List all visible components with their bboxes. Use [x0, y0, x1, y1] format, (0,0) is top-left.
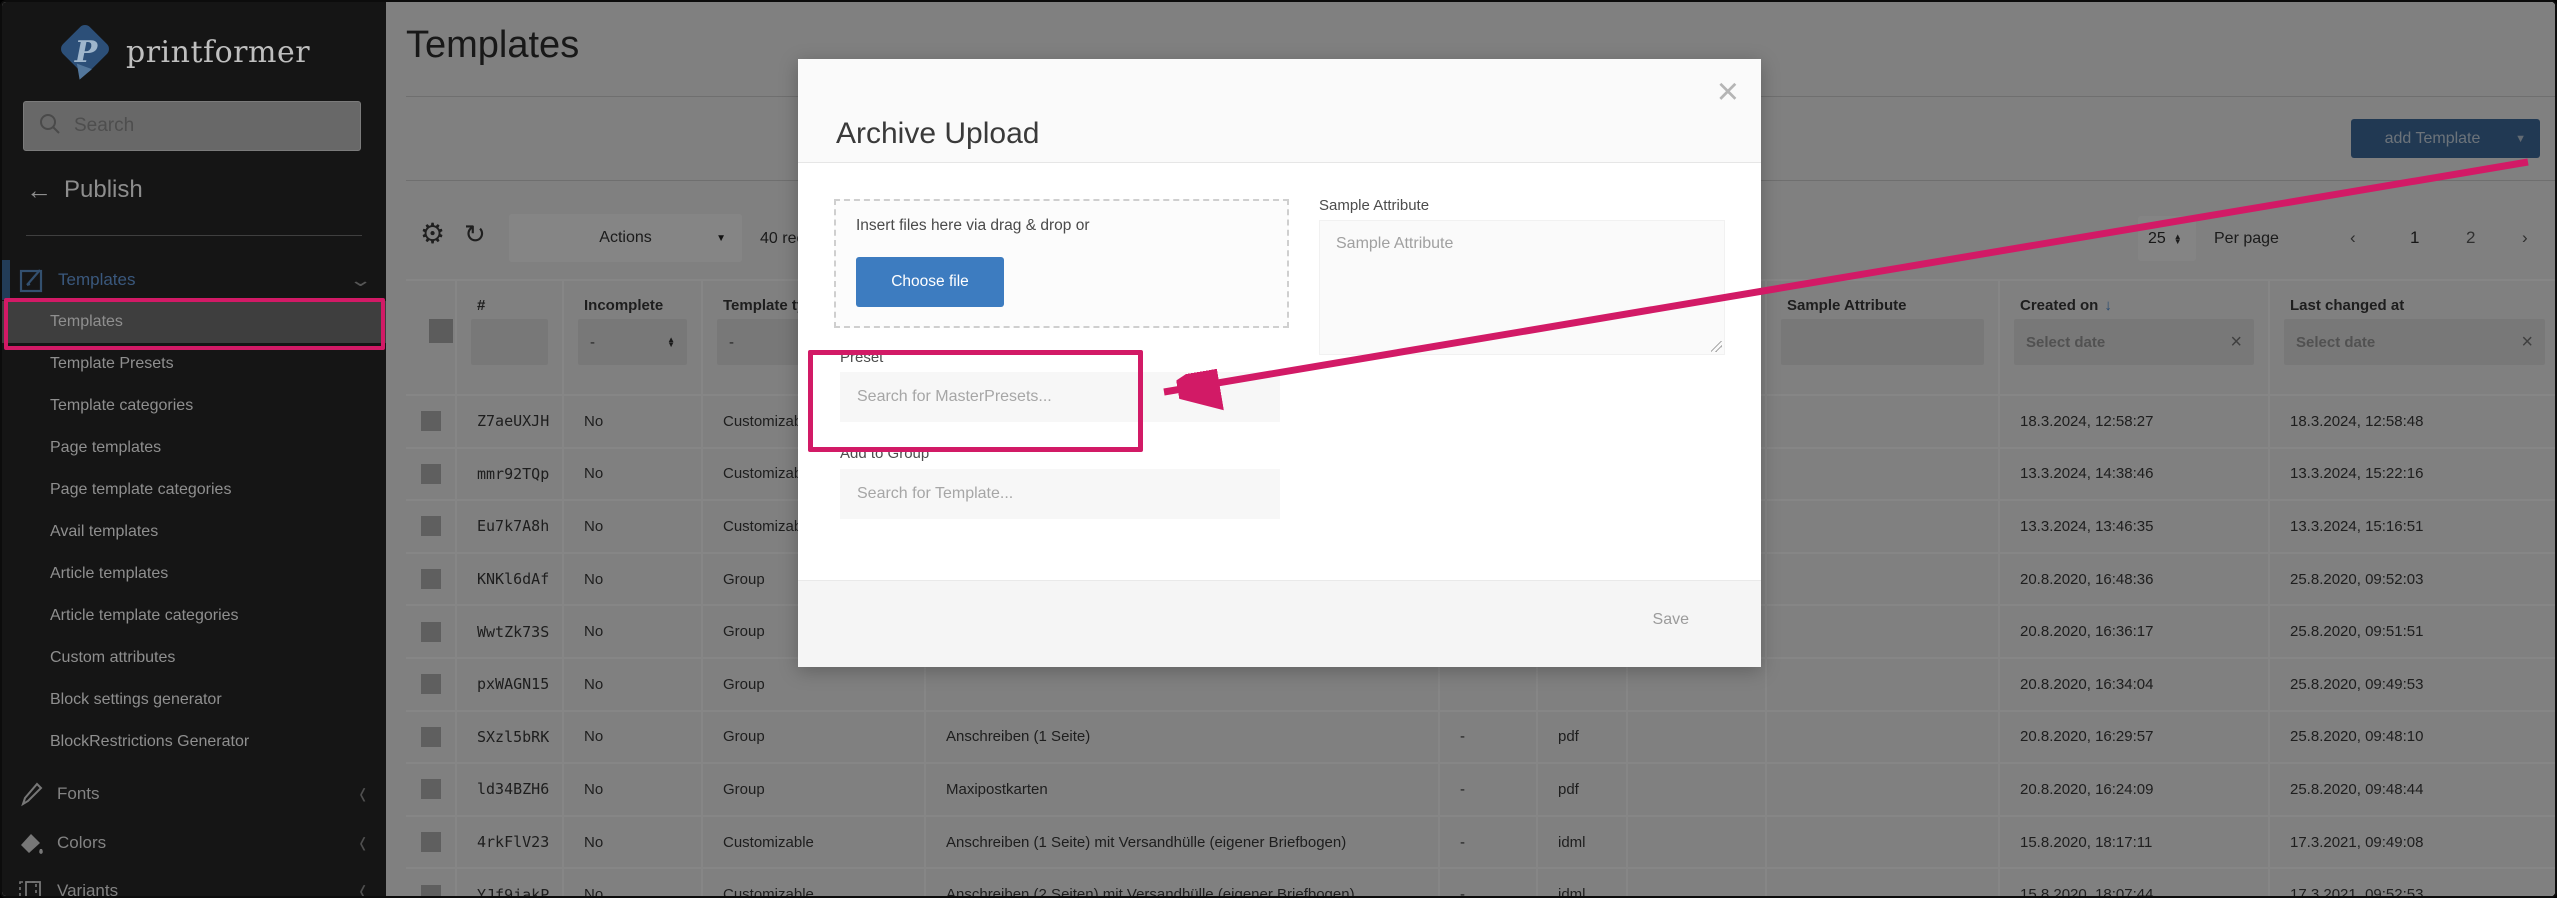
- sidebar-search-input[interactable]: Search: [23, 101, 361, 151]
- sidebar-item-variants[interactable]: Variants ‹: [2, 869, 386, 898]
- modal-footer: Save: [798, 580, 1761, 667]
- back-to-publish-link[interactable]: ← Publish: [26, 176, 143, 204]
- active-section-indicator: [2, 260, 10, 300]
- choose-file-button[interactable]: Choose file: [856, 257, 1004, 307]
- file-dropzone[interactable]: Insert files here via drag & drop or Cho…: [834, 199, 1289, 328]
- chevron-left-icon: ‹: [359, 823, 366, 862]
- sidebar: P printformer Search ← Publish Templates…: [2, 2, 386, 898]
- sample-attribute-label: Sample Attribute: [1319, 197, 1429, 214]
- textarea-resize-handle[interactable]: [1711, 341, 1722, 352]
- sidebar-item-custom-attributes[interactable]: Custom attributes: [2, 637, 386, 679]
- variants-label: Variants: [57, 881, 118, 898]
- close-icon[interactable]: ×: [1717, 71, 1739, 114]
- brand-logo[interactable]: P printformer: [60, 14, 310, 90]
- variants-icon: [17, 877, 45, 898]
- search-icon: [38, 112, 62, 141]
- sidebar-divider: [26, 235, 362, 236]
- dropzone-text: Insert files here via drag & drop or: [856, 217, 1089, 235]
- sidebar-item-fonts[interactable]: Fonts ‹: [2, 772, 386, 816]
- modal-title: Archive Upload: [836, 117, 1039, 151]
- chevron-left-icon: ‹: [359, 774, 366, 813]
- edit-square-icon: [19, 267, 45, 293]
- publish-label: Publish: [64, 176, 143, 204]
- sidebar-item-article-template-categories[interactable]: Article template categories: [2, 595, 386, 637]
- sidebar-section-templates[interactable]: Templates ⌄: [2, 260, 386, 300]
- search-placeholder: Search: [74, 115, 134, 137]
- brand-name: printformer: [126, 35, 310, 70]
- save-button[interactable]: Save: [1653, 611, 1689, 629]
- annotation-highlight-sidebar-templates: [4, 298, 385, 350]
- sidebar-item-colors[interactable]: Colors ‹: [2, 821, 386, 865]
- group-placeholder: Search for Template...: [857, 485, 1013, 503]
- pencil-icon: [17, 780, 45, 808]
- sidebar-item-blockrestrictions-generator[interactable]: BlockRestrictions Generator: [2, 721, 386, 763]
- section-label: Templates: [58, 270, 135, 290]
- app-window: P printformer Search ← Publish Templates…: [0, 0, 2557, 898]
- fonts-label: Fonts: [57, 784, 100, 804]
- annotation-highlight-preset-field: [808, 350, 1143, 452]
- sidebar-item-template-categories[interactable]: Template categories: [2, 385, 386, 427]
- sidebar-item-avail-templates[interactable]: Avail templates: [2, 511, 386, 553]
- sidebar-item-page-template-categories[interactable]: Page template categories: [2, 469, 386, 511]
- sample-attribute-textarea[interactable]: Sample Attribute: [1319, 220, 1725, 355]
- group-search-input[interactable]: Search for Template...: [840, 469, 1280, 519]
- back-arrow-icon: ←: [26, 177, 52, 203]
- sidebar-item-page-templates[interactable]: Page templates: [2, 427, 386, 469]
- sample-attribute-placeholder: Sample Attribute: [1336, 235, 1453, 253]
- modal-header: Archive Upload ×: [798, 59, 1761, 163]
- printformer-logo-icon: P: [60, 26, 112, 78]
- sidebar-subnav: TemplatesTemplate PresetsTemplate catego…: [2, 301, 386, 763]
- paint-bucket-icon: [17, 829, 45, 857]
- chevron-left-icon: ‹: [359, 871, 366, 898]
- sidebar-item-article-templates[interactable]: Article templates: [2, 553, 386, 595]
- chevron-down-icon: ⌄: [348, 270, 372, 291]
- sidebar-item-block-settings-generator[interactable]: Block settings generator: [2, 679, 386, 721]
- colors-label: Colors: [57, 833, 106, 853]
